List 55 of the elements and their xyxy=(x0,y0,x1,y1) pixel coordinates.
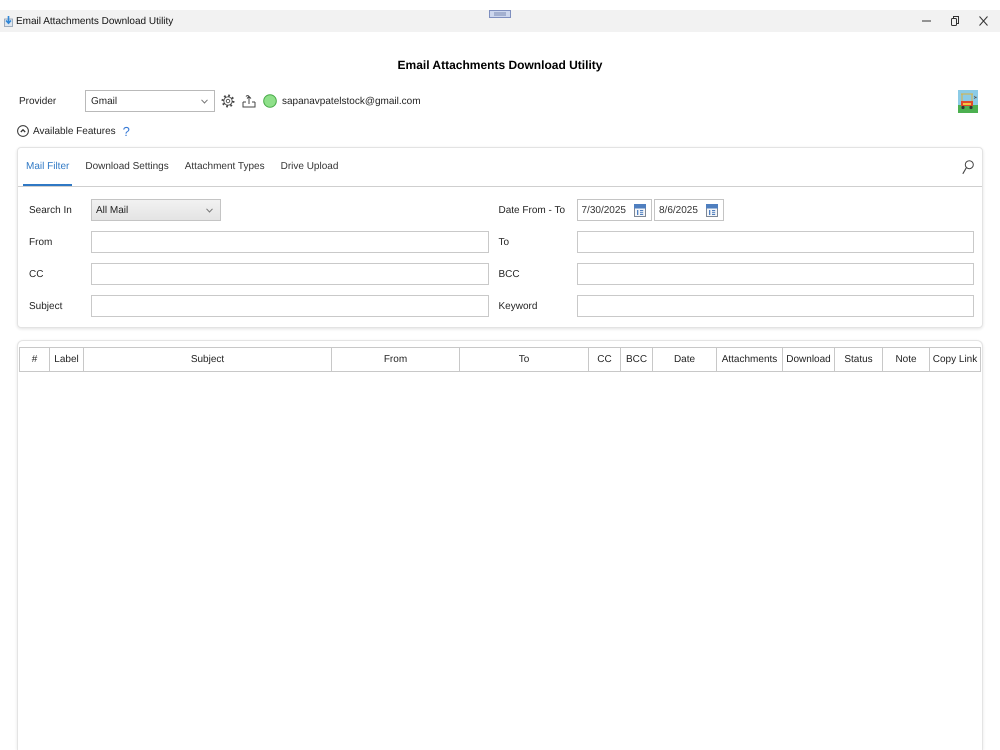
search-in-dropdown[interactable]: All Mail xyxy=(91,199,221,221)
column-header: Attachments xyxy=(717,348,783,371)
date-field[interactable]: 8/6/2025 xyxy=(654,199,724,221)
app-heading: Email Attachments Download Utility xyxy=(398,57,602,73)
column-header: Copy Link xyxy=(930,348,981,371)
input-field[interactable] xyxy=(91,295,488,317)
window-title: Email Attachments Download Utility xyxy=(16,16,174,26)
handle-icon[interactable] xyxy=(489,10,511,18)
chevron-down-icon[interactable] xyxy=(201,98,208,104)
calendar-icon[interactable] xyxy=(634,204,646,216)
tab[interactable]: Drive Upload xyxy=(278,148,342,186)
features-label: Available Features xyxy=(33,126,116,136)
column-header: Note xyxy=(883,348,930,371)
column-header: Subject xyxy=(84,348,332,371)
column-header: From xyxy=(332,348,460,371)
field-label: CC xyxy=(29,268,44,280)
tab[interactable]: Mail Filter xyxy=(23,148,72,186)
date-field[interactable]: 7/30/2025 xyxy=(576,199,652,221)
input-field[interactable] xyxy=(576,263,974,285)
field-label: Keyword xyxy=(498,300,538,312)
picture-icon[interactable] xyxy=(958,90,978,112)
column-header: CC xyxy=(589,348,621,371)
input-field[interactable] xyxy=(91,231,488,253)
column-header: Download xyxy=(783,348,835,371)
field-label: BCC xyxy=(498,268,520,280)
tray-arrow-icon[interactable] xyxy=(242,94,256,108)
account-email: sapanavpatelstock@gmail.com xyxy=(282,96,421,106)
column-header: Label xyxy=(50,348,84,371)
field-label: Subject xyxy=(29,300,62,312)
column-header: Date xyxy=(653,348,717,371)
search-icon[interactable] xyxy=(962,160,974,174)
input-field[interactable] xyxy=(91,263,488,285)
input-field[interactable] xyxy=(576,295,974,317)
restore-icon[interactable] xyxy=(951,16,959,26)
field-label: Search In xyxy=(29,204,72,216)
settings-icon[interactable] xyxy=(221,94,235,108)
field-label: Date From - To xyxy=(498,204,565,216)
provider-dropdown[interactable]: Gmail xyxy=(85,90,215,112)
field-label: From xyxy=(29,236,52,248)
help-link[interactable]: ? xyxy=(122,124,130,138)
app-icon xyxy=(4,16,13,26)
input-field[interactable] xyxy=(576,231,974,253)
provider-label: Provider xyxy=(19,96,56,106)
column-header: To xyxy=(460,348,589,371)
column-header: BCC xyxy=(621,348,653,371)
column-header: Status xyxy=(835,348,883,371)
collapse-chevron-icon[interactable] xyxy=(17,125,29,137)
minimize-icon[interactable] xyxy=(922,20,931,22)
close-icon[interactable] xyxy=(979,16,988,26)
calendar-icon[interactable] xyxy=(706,204,718,216)
tab[interactable]: Attachment Types xyxy=(182,148,268,186)
column-header: # xyxy=(20,348,50,371)
field-label: To xyxy=(498,236,510,248)
tab[interactable]: Download Settings xyxy=(82,148,172,186)
chevron-down-icon[interactable] xyxy=(206,208,213,212)
